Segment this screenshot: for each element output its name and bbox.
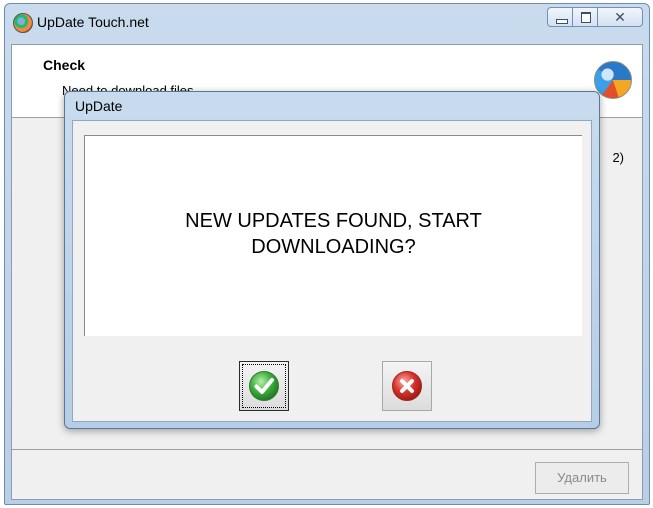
close-icon: ✕ [614,9,626,25]
dialog-body: NEW UPDATES FOUND, START DOWNLOADING? [72,120,592,422]
delete-button[interactable]: Удалить [535,462,629,494]
minimize-icon [556,19,568,24]
maximize-icon [581,12,591,23]
close-button[interactable]: ✕ [597,7,643,27]
cancel-x-icon [392,371,422,401]
window-title: UpDate Touch.net [37,14,149,30]
check-icon [249,371,279,401]
background-partial-text: 2) [612,150,624,165]
header-title: Check [43,57,86,73]
message-box: NEW UPDATES FOUND, START DOWNLOADING? [84,135,582,336]
message-text: NEW UPDATES FOUND, START DOWNLOADING? [85,208,582,260]
message-line-2: DOWNLOADING? [251,236,416,258]
update-globe-icon [594,61,632,99]
message-line-1: NEW UPDATES FOUND, START [185,210,482,232]
confirm-button[interactable] [239,361,289,411]
app-globe-icon [13,13,33,33]
maximize-button[interactable] [572,7,598,27]
bottom-divider [12,449,642,450]
update-dialog: UpDate NEW UPDATES FOUND, START DOWNLOAD… [64,91,600,429]
title-bar[interactable]: UpDate Touch.net ✕ [5,4,649,38]
caption-buttons: ✕ [547,7,643,29]
minimize-button[interactable] [547,7,573,27]
cancel-button[interactable] [382,361,432,411]
dialog-title: UpDate [75,98,123,114]
